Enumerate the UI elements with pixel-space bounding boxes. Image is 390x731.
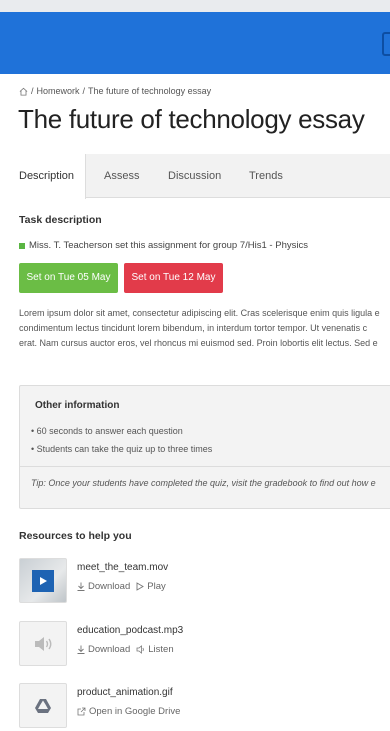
resource-item: meet_the_team.mov Download Play: [19, 558, 359, 604]
tab-trends[interactable]: Trends: [249, 154, 283, 198]
tab-assess[interactable]: Assess: [104, 154, 139, 198]
audio-thumbnail[interactable]: [19, 621, 67, 666]
breadcrumb-current: The future of technology essay: [88, 86, 212, 96]
tab-bar: Description Assess Discussion Trends: [0, 154, 390, 199]
play-outline-icon: [136, 582, 145, 591]
google-drive-icon: [35, 698, 51, 713]
breadcrumb: / Homework / The future of technology es…: [19, 86, 211, 96]
play-link[interactable]: Play: [136, 581, 166, 592]
home-icon[interactable]: [19, 87, 28, 96]
due-date-badge[interactable]: Set on Tue 12 May: [124, 263, 223, 293]
assignment-text: Miss. T. Teacherson set this assignment …: [29, 240, 308, 251]
task-body-line: condimentum lectus tincidunt lorem biben…: [19, 323, 368, 333]
assignment-info: Miss. T. Teacherson set this assignment …: [19, 240, 308, 251]
listen-link[interactable]: Listen: [136, 644, 174, 655]
info-tip: Tip: Once your students have completed t…: [31, 478, 376, 488]
resource-item: education_podcast.mp3 Download Listen: [19, 621, 359, 667]
speaker-icon: [35, 636, 52, 651]
header-menu-button[interactable]: [382, 32, 390, 56]
info-item: • Students can take the quiz up to three…: [31, 444, 213, 454]
resource-actions: Open in Google Drive: [77, 706, 180, 717]
download-icon: [77, 645, 85, 654]
download-link[interactable]: Download: [77, 644, 130, 655]
breadcrumb-separator: /: [31, 86, 34, 96]
play-icon: [32, 569, 54, 592]
page-title: The future of technology essay: [18, 104, 365, 134]
resource-actions: Download Listen: [77, 644, 174, 655]
listen-icon: [136, 645, 145, 654]
resource-actions: Download Play: [77, 581, 166, 592]
task-body: Lorem ipsum dolor sit amet, consectetur …: [19, 306, 390, 351]
download-icon: [77, 582, 85, 591]
task-body-line: erat. Nam cursus auctor eros, vel rhoncu…: [19, 338, 378, 348]
info-item: • 60 seconds to answer each question: [31, 426, 183, 436]
divider: [20, 466, 390, 467]
other-information-heading: Other information: [35, 400, 120, 411]
top-strip: [0, 0, 390, 12]
resource-name[interactable]: meet_the_team.mov: [77, 562, 168, 573]
other-information-panel: Other information • 60 seconds to answer…: [19, 385, 390, 509]
breadcrumb-homework[interactable]: Homework: [37, 86, 80, 96]
breadcrumb-separator: /: [82, 86, 86, 96]
resource-name[interactable]: education_podcast.mp3: [77, 625, 183, 636]
task-body-line: Lorem ipsum dolor sit amet, consectetur …: [19, 308, 380, 318]
external-link-icon: [77, 707, 86, 716]
tab-description[interactable]: Description: [0, 154, 86, 199]
task-description-heading: Task description: [19, 214, 102, 226]
set-date-badge[interactable]: Set on Tue 05 May: [19, 263, 118, 293]
video-thumbnail[interactable]: [19, 558, 67, 603]
download-link[interactable]: Download: [77, 581, 130, 592]
tab-discussion[interactable]: Discussion: [168, 154, 221, 198]
resource-item: product_animation.gif Open in Google Dri…: [19, 683, 359, 729]
resources-heading: Resources to help you: [19, 530, 132, 542]
header-bar: [0, 12, 390, 74]
drive-thumbnail[interactable]: [19, 683, 67, 728]
resource-name[interactable]: product_animation.gif: [77, 687, 173, 698]
open-in-drive-link[interactable]: Open in Google Drive: [77, 706, 180, 717]
group-color-square-icon: [19, 242, 25, 249]
